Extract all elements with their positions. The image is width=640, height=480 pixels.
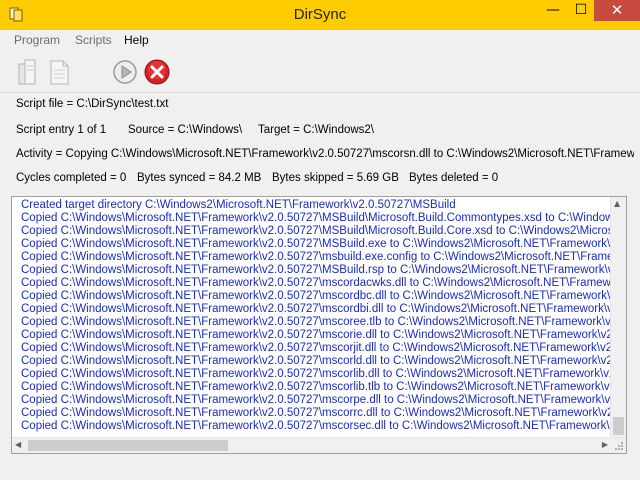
menu-help[interactable]: Help	[124, 33, 149, 47]
log-line: Copied C:\Windows\Microsoft.NET\Framewor…	[21, 381, 611, 393]
menu-program[interactable]: Program	[14, 33, 60, 47]
log-line: Copied C:\Windows\Microsoft.NET\Framewor…	[21, 212, 611, 224]
scroll-up-icon[interactable]: ▲	[614, 199, 620, 208]
log-line: Copied C:\Windows\Microsoft.NET\Framewor…	[21, 420, 611, 432]
horizontal-scroll-thumb[interactable]	[28, 440, 228, 451]
cycles-label: Cycles completed = 0	[16, 172, 127, 184]
menu-bar: Program Scripts Help	[0, 30, 640, 50]
minimize-button[interactable]: —	[539, 0, 567, 21]
log-line: Copied C:\Windows\Microsoft.NET\Framewor…	[21, 329, 611, 341]
log-lines: Created target directory C:\Windows2\Mic…	[21, 199, 611, 433]
log-line: Copied C:\Windows\Microsoft.NET\Framewor…	[21, 355, 611, 367]
stop-icon[interactable]	[143, 58, 171, 86]
log-line: Copied C:\Windows\Microsoft.NET\Framewor…	[21, 277, 611, 289]
bytes-synced-label: Bytes synced = 84.2 MB	[137, 172, 262, 184]
log-line: Copied C:\Windows\Microsoft.NET\Framewor…	[21, 303, 611, 315]
log-line: Copied C:\Windows\Microsoft.NET\Framewor…	[21, 225, 611, 237]
bytes-skipped-label: Bytes skipped = 5.69 GB	[272, 172, 399, 184]
bytes-deleted-label: Bytes deleted = 0	[409, 172, 499, 184]
scroll-right-icon[interactable]: ▶	[602, 440, 608, 449]
vertical-scroll-thumb[interactable]	[613, 417, 624, 435]
log-line: Copied C:\Windows\Microsoft.NET\Framewor…	[21, 238, 611, 250]
toolbar	[0, 52, 640, 93]
log-line: Copied C:\Windows\Microsoft.NET\Framewor…	[21, 290, 611, 302]
vertical-scrollbar[interactable]: ▲	[610, 197, 626, 438]
log-line: Created target directory C:\Windows2\Mic…	[21, 199, 456, 211]
log-line: Copied C:\Windows\Microsoft.NET\Framewor…	[21, 264, 611, 276]
counters-row: Cycles completed = 0 Bytes synced = 84.2…	[16, 172, 636, 186]
log-line: Copied C:\Windows\Microsoft.NET\Framewor…	[21, 316, 611, 328]
script-entry-row: Script entry 1 of 1 Source = C:\Windows\…	[16, 124, 636, 138]
horizontal-scrollbar[interactable]: ◀ ▶	[12, 437, 626, 453]
target-label: Target = C:\Windows2\	[258, 124, 375, 136]
close-button[interactable]: ✕	[594, 0, 640, 21]
log-line: Copied C:\Windows\Microsoft.NET\Framewor…	[21, 342, 611, 354]
status-panel: Script file = C:\DirSync\test.txt Script…	[0, 92, 640, 196]
source-label: Source = C:\Windows\	[128, 124, 243, 136]
play-icon[interactable]	[111, 58, 139, 86]
log-line: Copied C:\Windows\Microsoft.NET\Framewor…	[21, 394, 611, 406]
open-script-icon[interactable]	[13, 58, 41, 86]
script-file-label: Script file = C:\DirSync\test.txt	[16, 98, 169, 110]
log-line: Copied C:\Windows\Microsoft.NET\Framewor…	[21, 251, 611, 263]
dirsync-window: DirSync — ☐ ✕ Program Scripts Help Scrip…	[0, 0, 640, 480]
scroll-left-icon[interactable]: ◀	[15, 440, 21, 449]
resize-grip-icon[interactable]	[614, 441, 624, 451]
maximize-button[interactable]: ☐	[567, 0, 595, 21]
activity-label: Activity = Copying C:\Windows\Microsoft.…	[16, 148, 634, 160]
edit-script-icon[interactable]	[45, 58, 73, 86]
title-bar[interactable]: DirSync — ☐ ✕	[0, 0, 640, 30]
scrollbar-corner	[611, 438, 626, 453]
menu-scripts[interactable]: Scripts	[75, 33, 112, 47]
log-line: Copied C:\Windows\Microsoft.NET\Framewor…	[21, 407, 611, 419]
log-textbox[interactable]: Created target directory C:\Windows2\Mic…	[11, 196, 627, 454]
script-entry-label: Script entry 1 of 1	[16, 124, 107, 136]
log-line: Copied C:\Windows\Microsoft.NET\Framewor…	[21, 368, 611, 380]
